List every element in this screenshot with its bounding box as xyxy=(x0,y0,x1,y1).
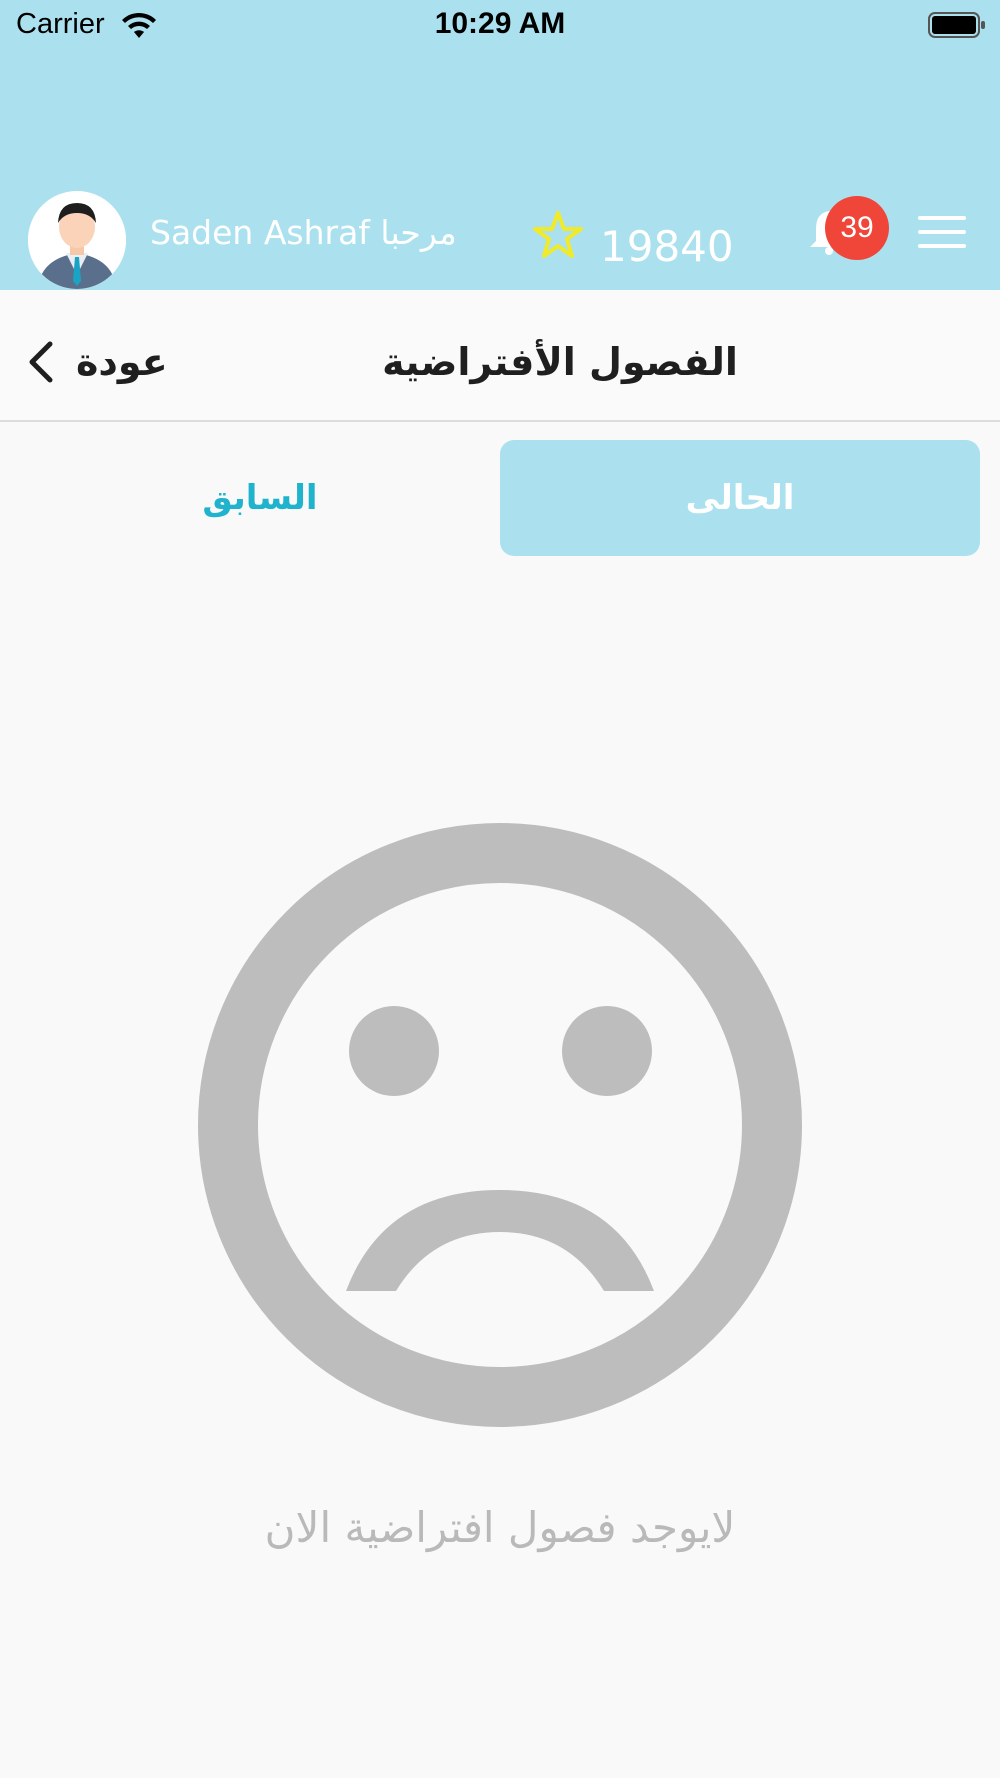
welcome-text: Saden Ashraf مرحبا xyxy=(150,213,457,252)
avatar[interactable] xyxy=(28,191,126,289)
back-button[interactable]: عودة xyxy=(76,340,168,384)
menu-line xyxy=(918,244,966,248)
status-time: 10:29 AM xyxy=(434,7,566,40)
tab-current[interactable]: الحالى xyxy=(500,440,980,556)
menu-line xyxy=(918,230,966,234)
page-title: الفصول الأفتراضية xyxy=(382,340,738,384)
tab-previous[interactable]: السابق xyxy=(20,440,500,556)
menu-icon[interactable] xyxy=(918,216,966,248)
status-bar: Carrier 10:29 AM xyxy=(0,0,1000,50)
navigation-bar: عودة الفصول الأفتراضية xyxy=(0,290,1000,422)
chevron-left-icon[interactable] xyxy=(26,340,56,384)
empty-state-message: لايوجد فصول افتراضية الان xyxy=(264,1503,736,1552)
notification-badge[interactable]: 39 xyxy=(825,196,889,260)
menu-line xyxy=(918,216,966,220)
star-icon xyxy=(533,211,583,258)
points-count: 19840 xyxy=(600,222,734,271)
avatar-image xyxy=(28,191,126,289)
app-header: Carrier 10:29 AM Saden Ashraf مرحبا 1984… xyxy=(0,0,1000,290)
sad-face-icon xyxy=(198,823,802,1427)
battery-icon xyxy=(928,12,985,38)
